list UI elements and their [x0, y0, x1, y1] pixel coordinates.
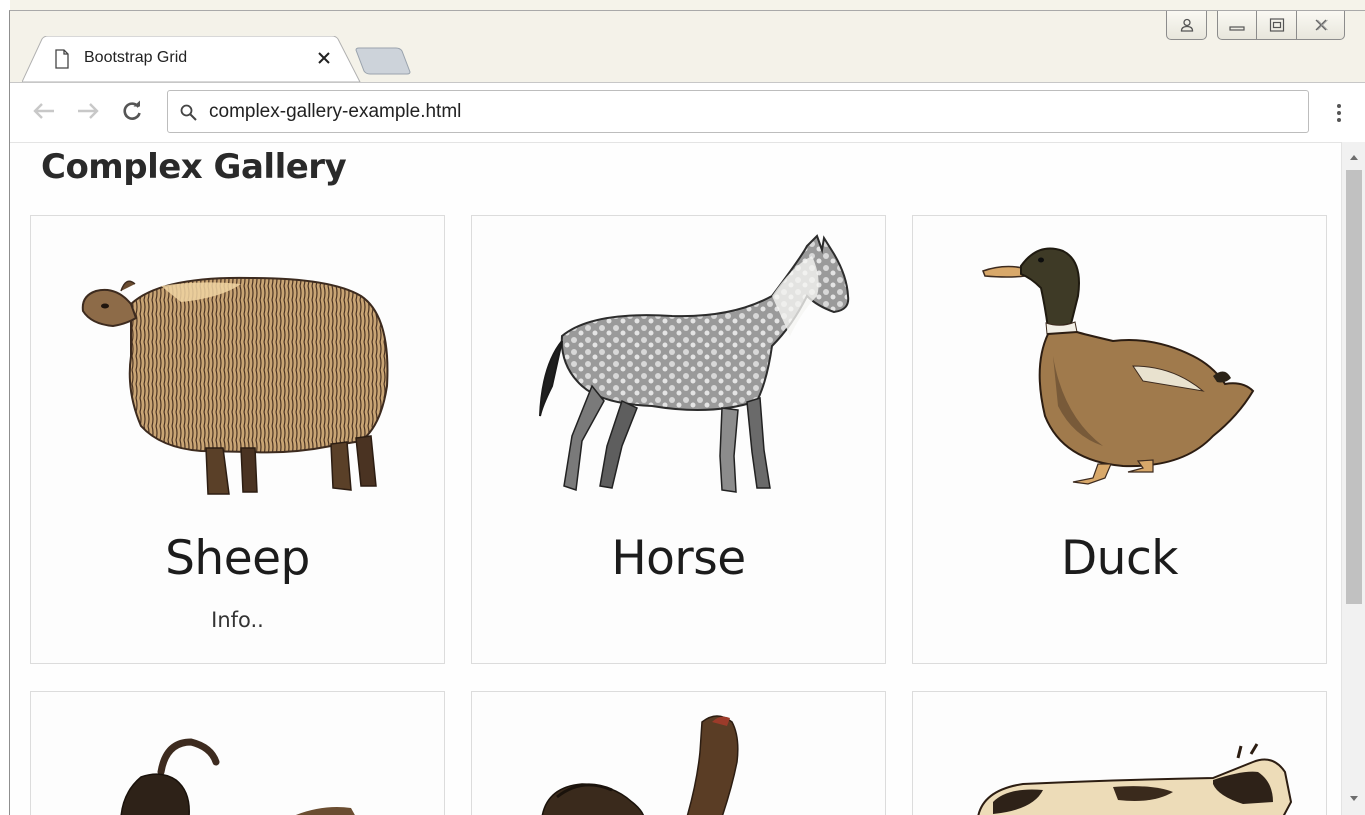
cow-image — [977, 743, 1293, 815]
scroll-up-button[interactable] — [1342, 148, 1365, 166]
triangle-down-icon — [1350, 796, 1358, 801]
browser-menu-button[interactable] — [1328, 99, 1350, 127]
close-window-button[interactable] — [1297, 11, 1345, 40]
vertical-scrollbar[interactable] — [1341, 142, 1365, 815]
gallery-card-sheep[interactable]: Sheep Info.. — [30, 215, 445, 664]
card-title: Sheep — [165, 531, 310, 586]
gallery-card-duck[interactable]: Duck — [912, 215, 1327, 664]
tab-active[interactable]: Bootstrap Grid — [22, 36, 362, 82]
gallery-card-rooster[interactable] — [471, 691, 886, 815]
reload-button[interactable] — [118, 97, 146, 125]
arrow-left-icon — [33, 103, 54, 119]
page-title: Complex Gallery — [41, 147, 347, 187]
page-viewport: Complex Gallery Sheep Info.. Horse Duck — [10, 142, 1341, 815]
triangle-up-icon — [1350, 155, 1358, 160]
close-icon — [318, 52, 330, 64]
goat-image — [120, 738, 355, 815]
address-bar[interactable]: complex-gallery-example.html — [167, 90, 1309, 133]
card-title: Duck — [1060, 531, 1179, 586]
tab-title: Bootstrap Grid — [84, 49, 188, 66]
rooster-image — [541, 715, 739, 815]
tab-close-button[interactable] — [312, 46, 336, 70]
gallery-card-horse[interactable]: Horse — [471, 215, 886, 664]
minimize-icon — [1229, 26, 1245, 31]
window-controls — [1166, 11, 1345, 40]
page-icon — [55, 49, 69, 69]
kebab-menu-icon — [1337, 104, 1341, 122]
close-icon — [1315, 19, 1328, 31]
address-bar-text: complex-gallery-example.html — [209, 101, 462, 122]
maximize-button[interactable] — [1257, 11, 1297, 40]
scroll-down-button[interactable] — [1342, 790, 1365, 808]
reload-icon — [123, 100, 141, 120]
new-tab-button[interactable] — [352, 46, 412, 76]
card-info: Info.. — [211, 608, 264, 632]
profile-button[interactable] — [1166, 11, 1207, 40]
back-button[interactable] — [30, 97, 58, 125]
user-icon — [1180, 18, 1193, 32]
forward-button[interactable] — [74, 97, 102, 125]
search-icon — [180, 104, 197, 121]
sheep-image — [81, 276, 389, 495]
duck-image — [982, 247, 1255, 485]
arrow-right-icon — [78, 103, 99, 119]
gallery-card-cow[interactable] — [912, 691, 1327, 815]
horse-image — [539, 234, 850, 493]
scrollbar-thumb[interactable] — [1346, 170, 1362, 604]
minimize-button[interactable] — [1217, 11, 1257, 40]
browser-toolbar: complex-gallery-example.html — [10, 82, 1365, 142]
gallery-card-goat[interactable] — [30, 691, 445, 815]
maximize-icon — [1269, 18, 1284, 32]
card-title: Horse — [611, 531, 746, 586]
